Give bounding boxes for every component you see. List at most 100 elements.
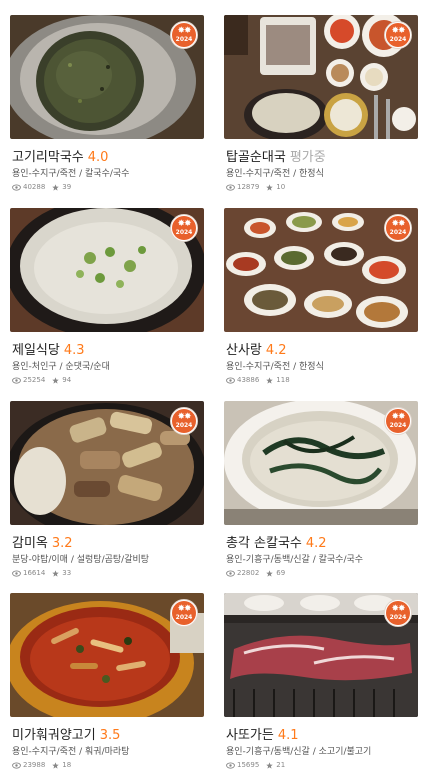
- review-count: 18: [62, 761, 72, 769]
- restaurant-name[interactable]: 감미옥: [12, 536, 48, 551]
- title-row: 탑골순대국 평가중: [226, 146, 326, 165]
- category: 훠궈/마라탕: [85, 747, 130, 757]
- award-year: 2024: [175, 422, 193, 429]
- restaurant-card[interactable]: ✸✸ 2024 감미옥 3.2 분당-야탑/이매 / 설렁탕/곰탕/갈비탕 166…: [10, 401, 204, 579]
- location: 용인-기흥구/동백/신갈: [226, 555, 310, 565]
- view-count: 22802: [237, 569, 260, 577]
- rating: 3.5: [99, 728, 121, 743]
- food-photo[interactable]: ✸✸ 2024: [10, 401, 204, 525]
- award-badge-icon: ✸✸ 2024: [172, 23, 196, 47]
- restaurant-card[interactable]: ✸✸ 2024 탑골순대국 평가중 용인-수지구/죽전 / 한정식 12879 1…: [224, 15, 418, 193]
- category: 설렁탕/곰탕/갈비탕: [76, 555, 150, 565]
- stats: 16614 33: [12, 569, 77, 577]
- award-badge-icon: ✸✸ 2024: [386, 216, 410, 240]
- award-badge-icon: ✸✸ 2024: [172, 409, 196, 433]
- eye-icon: [226, 183, 235, 191]
- stats: 23988 18: [12, 761, 77, 769]
- location: 용인-수지구/죽전: [12, 169, 77, 179]
- rating: 평가중: [289, 150, 326, 165]
- star-icon: [266, 761, 274, 769]
- category: 칼국수/국수: [85, 169, 130, 179]
- eye-icon: [12, 761, 21, 769]
- title-row: 감미옥 3.2: [12, 532, 73, 551]
- award-year: 2024: [389, 614, 407, 621]
- restaurant-card[interactable]: ✸✸ 2024 고기리막국수 4.0 용인-수지구/죽전 / 칼국수/국수 402…: [10, 15, 204, 193]
- location-category: 용인-수지구/죽전 / 한정식: [226, 169, 324, 179]
- review-count: 118: [276, 376, 290, 384]
- restaurant-card[interactable]: ✸✸ 2024 미가훠궈양고기 3.5 용인-수지구/죽전 / 훠궈/마라탕 23…: [10, 593, 204, 771]
- stats: 12879 10: [226, 183, 291, 191]
- food-photo[interactable]: ✸✸ 2024: [224, 593, 418, 717]
- rating: 4.2: [305, 536, 327, 551]
- location-category: 용인-처인구 / 순댓국/순대: [12, 362, 110, 372]
- location-category: 용인-기흥구/동백/신갈 / 칼국수/국수: [226, 555, 364, 565]
- view-count: 12879: [237, 183, 260, 191]
- location-category: 용인-기흥구/동백/신갈 / 소고기/불고기: [226, 747, 372, 757]
- restaurant-name[interactable]: 미가훠궈양고기: [12, 728, 96, 743]
- award-badge: ✸✸ 2024: [384, 407, 412, 435]
- location: 용인-처인구: [12, 362, 57, 372]
- award-year: 2024: [389, 36, 407, 43]
- rating: 4.2: [265, 343, 287, 358]
- award-badge: ✸✸ 2024: [384, 599, 412, 627]
- food-photo[interactable]: ✸✸ 2024: [224, 15, 418, 139]
- location: 분당-야탑/이매: [12, 555, 68, 565]
- award-badge: ✸✸ 2024: [170, 214, 198, 242]
- rating: 4.3: [63, 343, 85, 358]
- rating: 4.0: [87, 150, 109, 165]
- leaf-icon: ✸✸: [177, 219, 191, 229]
- leaf-icon: ✸✸: [391, 412, 405, 422]
- eye-icon: [226, 569, 235, 577]
- award-year: 2024: [175, 614, 193, 621]
- award-badge-icon: ✸✸ 2024: [172, 216, 196, 240]
- award-year: 2024: [389, 229, 407, 236]
- category: 소고기/불고기: [318, 747, 372, 757]
- food-photo[interactable]: ✸✸ 2024: [224, 401, 418, 525]
- view-count: 40288: [23, 183, 46, 191]
- review-count: 39: [62, 183, 72, 191]
- food-photo[interactable]: ✸✸ 2024: [10, 208, 204, 332]
- rating: 3.2: [51, 536, 73, 551]
- location-category: 용인-수지구/죽전 / 한정식: [226, 362, 324, 372]
- leaf-icon: ✸✸: [391, 219, 405, 229]
- restaurant-card[interactable]: ✸✸ 2024 총각 손칼국수 4.2 용인-기흥구/동백/신갈 / 칼국수/국수…: [224, 401, 418, 579]
- star-icon: [52, 183, 60, 191]
- location: 용인-수지구/죽전: [226, 362, 291, 372]
- award-year: 2024: [175, 229, 193, 236]
- location-category: 용인-수지구/죽전 / 칼국수/국수: [12, 169, 130, 179]
- restaurant-name[interactable]: 제일식당: [12, 343, 60, 358]
- leaf-icon: ✸✸: [391, 26, 405, 36]
- star-icon: [266, 376, 274, 384]
- restaurant-name[interactable]: 사또가든: [226, 728, 274, 743]
- view-count: 43886: [237, 376, 260, 384]
- stats: 40288 39: [12, 183, 77, 191]
- title-row: 고기리막국수 4.0: [12, 146, 108, 165]
- location: 용인-수지구/죽전: [12, 747, 77, 757]
- review-count: 94: [62, 376, 72, 384]
- restaurant-name[interactable]: 총각 손칼국수: [226, 536, 302, 551]
- category: 칼국수/국수: [318, 555, 364, 565]
- view-count: 23988: [23, 761, 46, 769]
- category: 순댓국/순대: [65, 362, 110, 372]
- award-badge: ✸✸ 2024: [384, 21, 412, 49]
- food-photo[interactable]: ✸✸ 2024: [10, 593, 204, 717]
- food-photo[interactable]: ✸✸ 2024: [10, 15, 204, 139]
- category: 한정식: [299, 362, 324, 372]
- location-category: 분당-야탑/이매 / 설렁탕/곰탕/갈비탕: [12, 555, 150, 565]
- award-badge-icon: ✸✸ 2024: [386, 23, 410, 47]
- restaurant-card[interactable]: ✸✸ 2024 제일식당 4.3 용인-처인구 / 순댓국/순대 25254 94: [10, 208, 204, 386]
- restaurant-card[interactable]: ✸✸ 2024 산사랑 4.2 용인-수지구/죽전 / 한정식 43886 118: [224, 208, 418, 386]
- title-row: 사또가든 4.1: [226, 724, 299, 743]
- restaurant-name[interactable]: 탑골순대국: [226, 150, 286, 165]
- restaurant-name[interactable]: 산사랑: [226, 343, 262, 358]
- eye-icon: [12, 376, 21, 384]
- eye-icon: [12, 183, 21, 191]
- restaurant-name[interactable]: 고기리막국수: [12, 150, 84, 165]
- award-badge-icon: ✸✸ 2024: [386, 601, 410, 625]
- view-count: 16614: [23, 569, 46, 577]
- leaf-icon: ✸✸: [177, 26, 191, 36]
- award-badge: ✸✸ 2024: [170, 599, 198, 627]
- restaurant-card[interactable]: ✸✸ 2024 사또가든 4.1 용인-기흥구/동백/신갈 / 소고기/불고기 1…: [224, 593, 418, 771]
- food-photo[interactable]: ✸✸ 2024: [224, 208, 418, 332]
- leaf-icon: ✸✸: [177, 604, 191, 614]
